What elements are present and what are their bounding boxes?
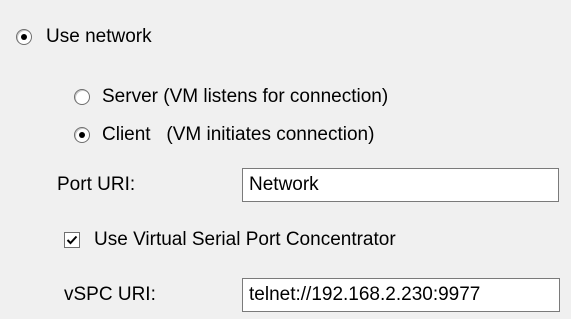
radio-selected-dot-icon [79,132,85,138]
client-radio-option[interactable]: Client (VM initiates connection) [74,120,374,150]
port-uri-label: Port URI: [57,174,136,195]
client-radio[interactable] [74,127,90,143]
server-radio-option[interactable]: Server (VM listens for connection) [74,82,388,112]
client-label: Client (VM initiates connection) [102,124,375,145]
vspc-uri-label: vSPC URI: [64,284,156,305]
server-radio[interactable] [74,89,90,105]
port-uri-input[interactable] [242,168,559,202]
checkmark-icon [66,235,78,245]
vspc-checkbox[interactable] [64,232,80,248]
radio-selected-dot-icon [21,34,27,40]
vspc-checkbox-label: Use Virtual Serial Port Concentrator [94,229,396,250]
server-label: Server (VM listens for connection) [102,86,389,107]
use-network-radio-option[interactable]: Use network [16,22,152,52]
vspc-checkbox-option[interactable]: Use Virtual Serial Port Concentrator [64,225,396,255]
use-network-label: Use network [46,26,152,47]
use-network-radio[interactable] [16,29,32,45]
vspc-uri-input[interactable] [242,278,560,312]
